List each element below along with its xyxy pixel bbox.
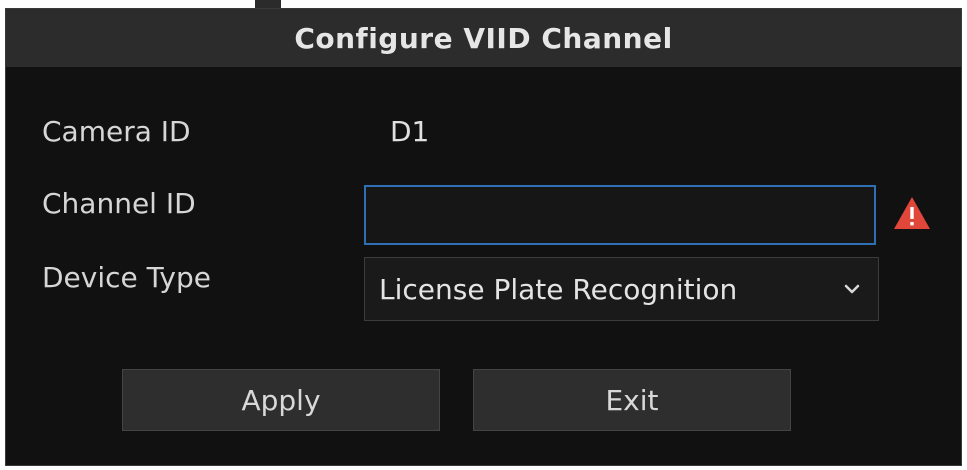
camera-id-label: Camera ID bbox=[42, 115, 191, 148]
channel-id-input[interactable] bbox=[364, 185, 876, 245]
device-type-label: Device Type bbox=[42, 261, 211, 294]
device-type-select[interactable]: License Plate Recognition bbox=[364, 257, 879, 321]
dialog-titlebar: Configure VIID Channel bbox=[6, 9, 961, 67]
channel-id-label: Channel ID bbox=[42, 187, 196, 220]
chevron-down-icon bbox=[844, 284, 860, 294]
configure-viid-channel-dialog: Configure VIID Channel Camera ID D1 Chan… bbox=[5, 8, 962, 466]
dialog-title: Configure VIID Channel bbox=[294, 21, 673, 55]
apply-button[interactable]: Apply bbox=[122, 369, 440, 431]
exit-button[interactable]: Exit bbox=[473, 369, 791, 431]
warning-icon bbox=[894, 197, 930, 229]
device-type-selected-value: License Plate Recognition bbox=[379, 272, 738, 306]
camera-id-value: D1 bbox=[390, 115, 430, 148]
